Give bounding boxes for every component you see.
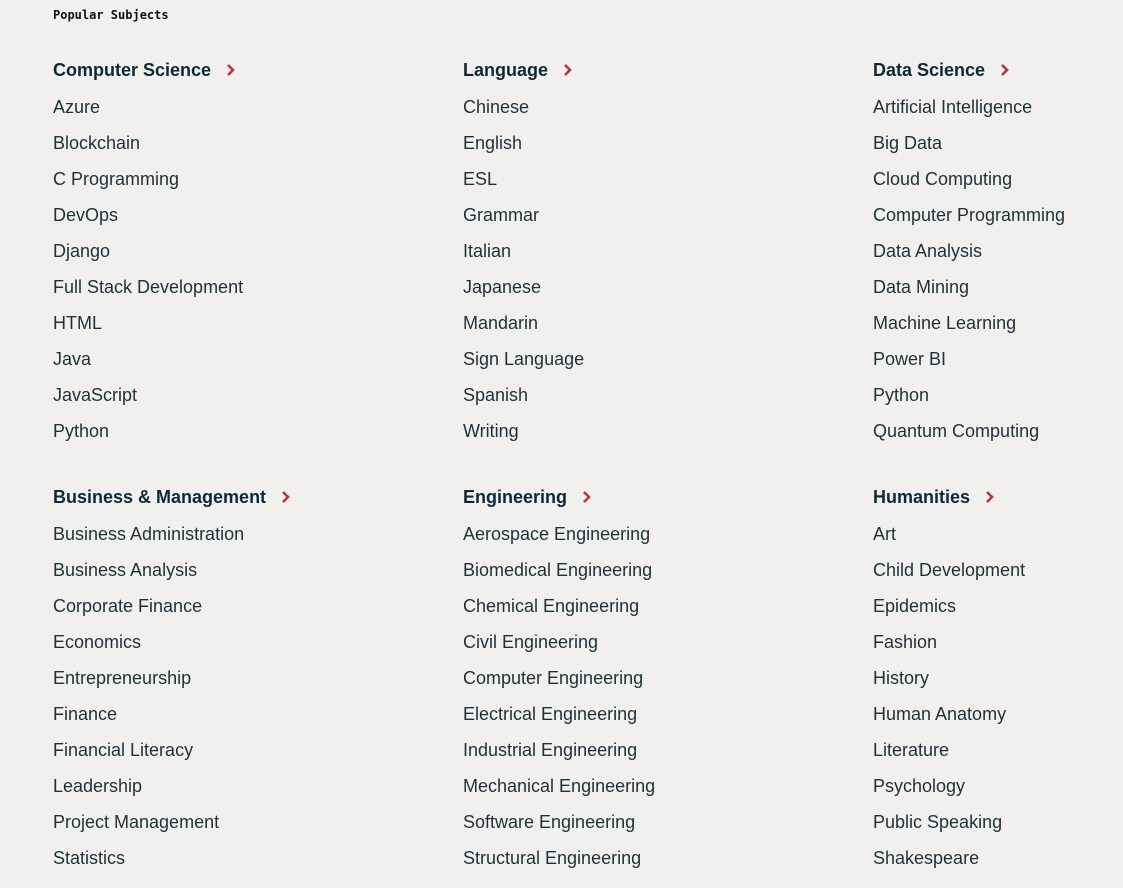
subject-link[interactable]: Project Management xyxy=(53,804,463,840)
subject-group-heading-link[interactable]: Business & Management xyxy=(53,483,463,511)
subject-group-title: Engineering xyxy=(463,486,568,507)
subject-link[interactable]: Computer Engineering xyxy=(463,660,873,696)
subject-link[interactable]: Python xyxy=(873,377,1123,413)
subject-link[interactable]: Finance xyxy=(53,696,463,732)
subject-group: Computer Science Azure Blockchain C Program… xyxy=(53,56,463,449)
subject-link[interactable]: HTML xyxy=(53,305,463,341)
subject-link[interactable]: English xyxy=(463,125,873,161)
subject-link[interactable]: Child Development xyxy=(873,552,1123,588)
chevron-right-icon xyxy=(225,63,237,77)
chevron-right-icon xyxy=(984,490,996,504)
subject-link[interactable]: Chemical Engineering xyxy=(463,588,873,624)
subject-group-heading-link[interactable]: Humanities xyxy=(873,483,1123,511)
subject-group: Language Chinese English ESL Grammar Italian J… xyxy=(463,56,873,449)
subject-link[interactable]: Civil Engineering xyxy=(463,624,873,660)
subject-link[interactable]: Sign Language xyxy=(463,341,873,377)
subject-link[interactable]: Java xyxy=(53,341,463,377)
subject-group: Engineering Aerospace Engineering Biomedic… xyxy=(463,483,873,876)
subject-link[interactable]: Azure xyxy=(53,89,463,125)
subject-group: Data Science Artificial Intelligence Big D… xyxy=(873,56,1123,449)
subject-link[interactable]: Writing xyxy=(463,413,873,449)
subject-link[interactable]: Public Speaking xyxy=(873,804,1123,840)
subject-group-heading-link[interactable]: Engineering xyxy=(463,483,873,511)
subject-link[interactable]: Art xyxy=(873,516,1123,552)
subject-link[interactable]: Statistics xyxy=(53,840,463,876)
subject-group-heading-link[interactable]: Language xyxy=(463,56,873,84)
subject-link[interactable]: Artificial Intelligence xyxy=(873,89,1123,125)
subject-link[interactable]: Data Mining xyxy=(873,269,1123,305)
subject-link[interactable]: Cloud Computing xyxy=(873,161,1123,197)
chevron-right-icon xyxy=(999,63,1011,77)
subjects-grid: Computer Science Azure Blockchain C Program… xyxy=(53,56,1123,876)
subject-group-title: Humanities xyxy=(873,486,971,507)
chevron-right-icon xyxy=(280,490,292,504)
subject-group-title: Business & Management xyxy=(53,486,267,507)
subject-link[interactable]: Financial Literacy xyxy=(53,732,463,768)
subject-link[interactable]: Big Data xyxy=(873,125,1123,161)
subject-link[interactable]: Power BI xyxy=(873,341,1123,377)
subject-link[interactable]: Chinese xyxy=(463,89,873,125)
chevron-right-icon xyxy=(562,63,574,77)
subject-link[interactable]: Quantum Computing xyxy=(873,413,1123,449)
subject-group: Business & Management Business Administra… xyxy=(53,483,463,876)
subject-link[interactable]: JavaScript xyxy=(53,377,463,413)
subject-link[interactable]: Fashion xyxy=(873,624,1123,660)
subject-link[interactable]: Electrical Engineering xyxy=(463,696,873,732)
subject-link[interactable]: Structural Engineering xyxy=(463,840,873,876)
subject-link[interactable]: Human Anatomy xyxy=(873,696,1123,732)
subject-link[interactable]: Literature xyxy=(873,732,1123,768)
subject-link[interactable]: Grammar xyxy=(463,197,873,233)
subject-link[interactable]: Aerospace Engineering xyxy=(463,516,873,552)
subject-link[interactable]: Data Analysis xyxy=(873,233,1123,269)
subject-link[interactable]: Computer Programming xyxy=(873,197,1123,233)
subject-link[interactable]: Industrial Engineering xyxy=(463,732,873,768)
subject-group-heading-link[interactable]: Computer Science xyxy=(53,56,463,84)
subject-link[interactable]: Leadership xyxy=(53,768,463,804)
subject-link[interactable]: Entrepreneurship xyxy=(53,660,463,696)
subject-link[interactable]: History xyxy=(873,660,1123,696)
subject-link[interactable]: Mechanical Engineering xyxy=(463,768,873,804)
subject-link[interactable]: Corporate Finance xyxy=(53,588,463,624)
subject-link[interactable]: Mandarin xyxy=(463,305,873,341)
subject-link[interactable]: Software Engineering xyxy=(463,804,873,840)
subject-link[interactable]: Italian xyxy=(463,233,873,269)
subject-group-heading-link[interactable]: Data Science xyxy=(873,56,1123,84)
subject-group-title: Data Science xyxy=(873,59,986,80)
subject-link[interactable]: Blockchain xyxy=(53,125,463,161)
subject-link[interactable]: Machine Learning xyxy=(873,305,1123,341)
subject-link[interactable]: Spanish xyxy=(463,377,873,413)
subject-link[interactable]: Economics xyxy=(53,624,463,660)
subject-link[interactable]: Full Stack Development xyxy=(53,269,463,305)
subject-group: Humanities Art Child Development Epidemics F… xyxy=(873,483,1123,876)
popular-subjects-label: Popular Subjects xyxy=(53,8,169,22)
subject-group-title: Language xyxy=(463,59,549,80)
subject-link[interactable]: C Programming xyxy=(53,161,463,197)
subject-link[interactable]: Django xyxy=(53,233,463,269)
subject-link[interactable]: Business Administration xyxy=(53,516,463,552)
subject-link[interactable]: DevOps xyxy=(53,197,463,233)
subject-link[interactable]: Business Analysis xyxy=(53,552,463,588)
subject-link[interactable]: Biomedical Engineering xyxy=(463,552,873,588)
subject-link[interactable]: Shakespeare xyxy=(873,840,1123,876)
subject-group-title: Computer Science xyxy=(53,59,212,80)
subject-link[interactable]: Japanese xyxy=(463,269,873,305)
subject-link[interactable]: ESL xyxy=(463,161,873,197)
subject-link[interactable]: Epidemics xyxy=(873,588,1123,624)
subject-link[interactable]: Python xyxy=(53,413,463,449)
chevron-right-icon xyxy=(581,490,593,504)
subject-link[interactable]: Psychology xyxy=(873,768,1123,804)
